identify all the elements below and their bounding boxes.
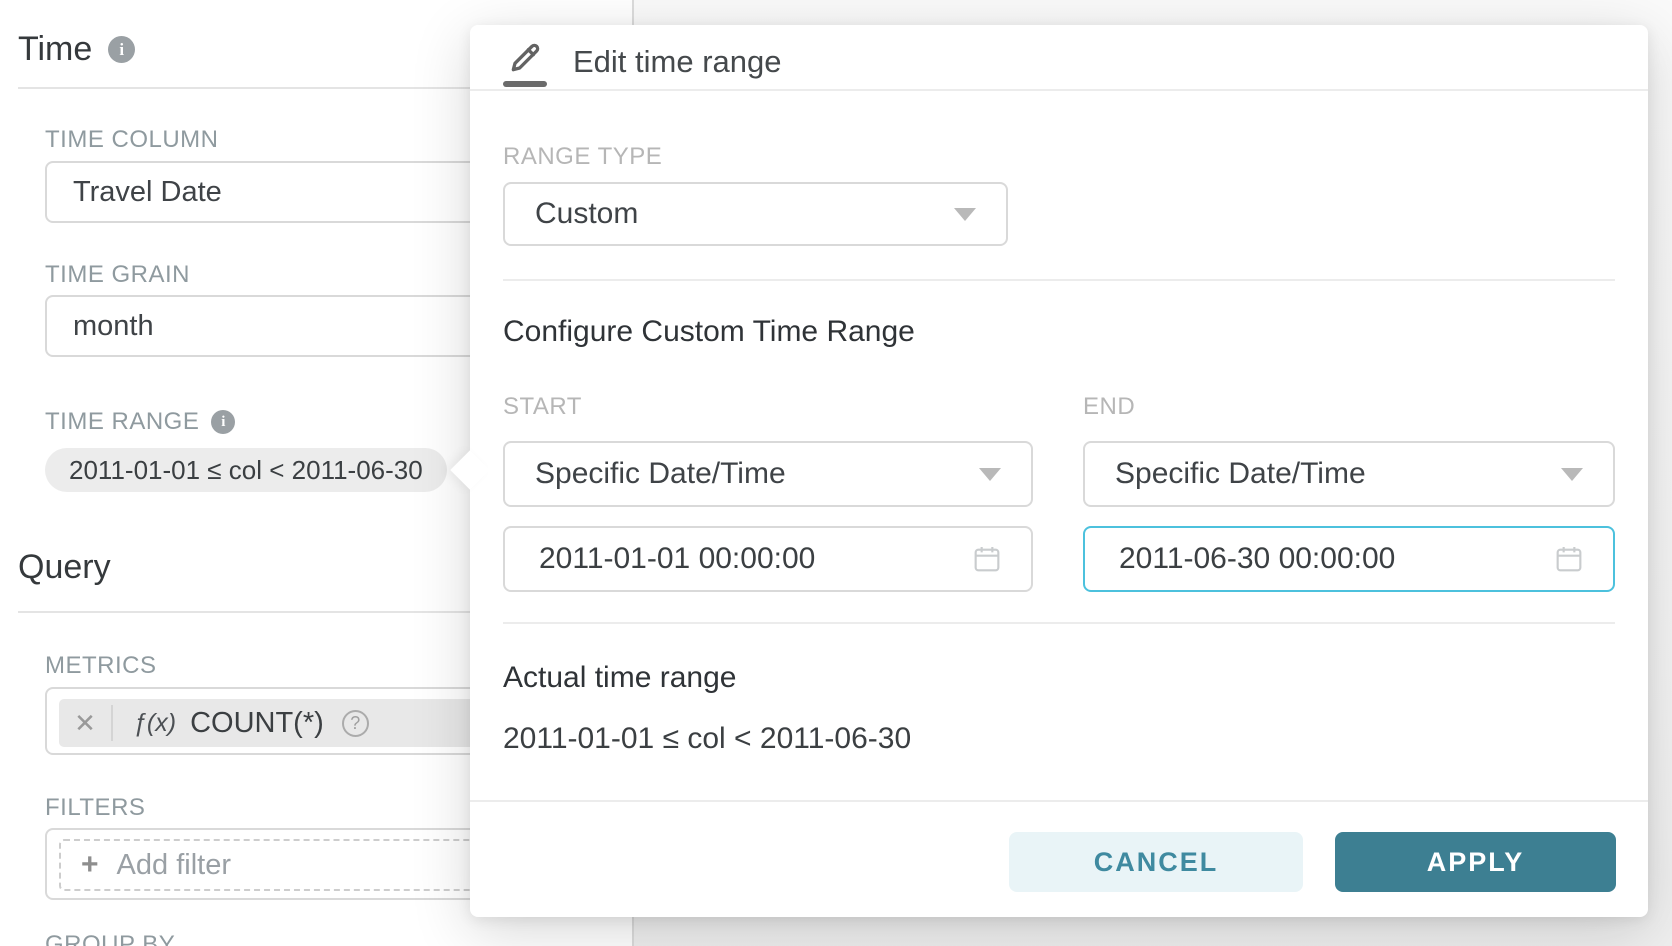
start-label: START <box>503 393 582 421</box>
edit-pencil-icon <box>503 38 547 87</box>
actual-time-range-heading: Actual time range <box>503 661 736 695</box>
chevron-down-icon <box>954 208 976 221</box>
function-icon: ƒ(x) <box>133 709 176 738</box>
calendar-icon[interactable] <box>1553 543 1585 575</box>
configure-heading: Configure Custom Time Range <box>503 315 915 349</box>
calendar-icon[interactable] <box>971 543 1003 575</box>
time-column-label: TIME COLUMN <box>45 126 219 154</box>
chip-separator <box>111 705 113 741</box>
info-icon[interactable]: i <box>108 36 135 63</box>
range-type-value: Custom <box>535 197 638 231</box>
end-datetime-value: 2011-06-30 00:00:00 <box>1119 542 1395 576</box>
start-datetime-value: 2011-01-01 00:00:00 <box>539 542 815 576</box>
end-type-select[interactable]: Specific Date/Time <box>1083 441 1615 507</box>
actual-time-range-value: 2011-01-01 ≤ col < 2011-06-30 <box>503 722 911 756</box>
start-type-select[interactable]: Specific Date/Time <box>503 441 1033 507</box>
popover-header: Edit time range <box>503 33 782 91</box>
group-by-label: GROUP BY <box>45 931 175 946</box>
info-icon[interactable]: i <box>211 410 235 434</box>
section-divider <box>503 279 1615 281</box>
range-type-select[interactable]: Custom <box>503 182 1008 246</box>
range-type-label: RANGE TYPE <box>503 143 662 171</box>
time-range-header: TIME RANGE i <box>45 408 235 436</box>
time-range-label: TIME RANGE <box>45 408 199 436</box>
time-section-title: Time <box>18 30 92 69</box>
time-grain-value: month <box>73 310 154 343</box>
remove-metric-icon[interactable]: ✕ <box>59 708 111 739</box>
cancel-button[interactable]: CANCEL <box>1009 832 1303 892</box>
popover-title: Edit time range <box>573 44 782 80</box>
end-label: END <box>1083 393 1135 421</box>
end-datetime-input[interactable]: 2011-06-30 00:00:00 <box>1083 526 1615 592</box>
footer-divider <box>470 800 1648 802</box>
time-section-header: Time i <box>18 30 135 69</box>
metrics-label: METRICS <box>45 652 157 680</box>
end-type-value: Specific Date/Time <box>1115 457 1366 491</box>
start-datetime-input[interactable]: 2011-01-01 00:00:00 <box>503 526 1033 592</box>
time-column-value: Travel Date <box>73 176 222 209</box>
edit-time-range-popover: Edit time range RANGE TYPE Custom Config… <box>470 25 1648 917</box>
metric-name: COUNT(*) <box>190 707 324 740</box>
query-section-title: Query <box>18 548 111 587</box>
filters-label: FILTERS <box>45 794 145 822</box>
start-type-value: Specific Date/Time <box>535 457 786 491</box>
plus-icon: + <box>81 848 99 882</box>
chevron-down-icon <box>979 468 1001 481</box>
apply-button[interactable]: APPLY <box>1335 832 1616 892</box>
add-filter-text: Add filter <box>117 849 231 882</box>
time-range-pill[interactable]: 2011-01-01 ≤ col < 2011-06-30 <box>45 448 447 492</box>
header-divider <box>470 89 1648 91</box>
section-divider <box>503 622 1615 624</box>
chevron-down-icon <box>1561 468 1583 481</box>
time-grain-label: TIME GRAIN <box>45 261 190 289</box>
help-icon[interactable]: ? <box>342 710 369 737</box>
